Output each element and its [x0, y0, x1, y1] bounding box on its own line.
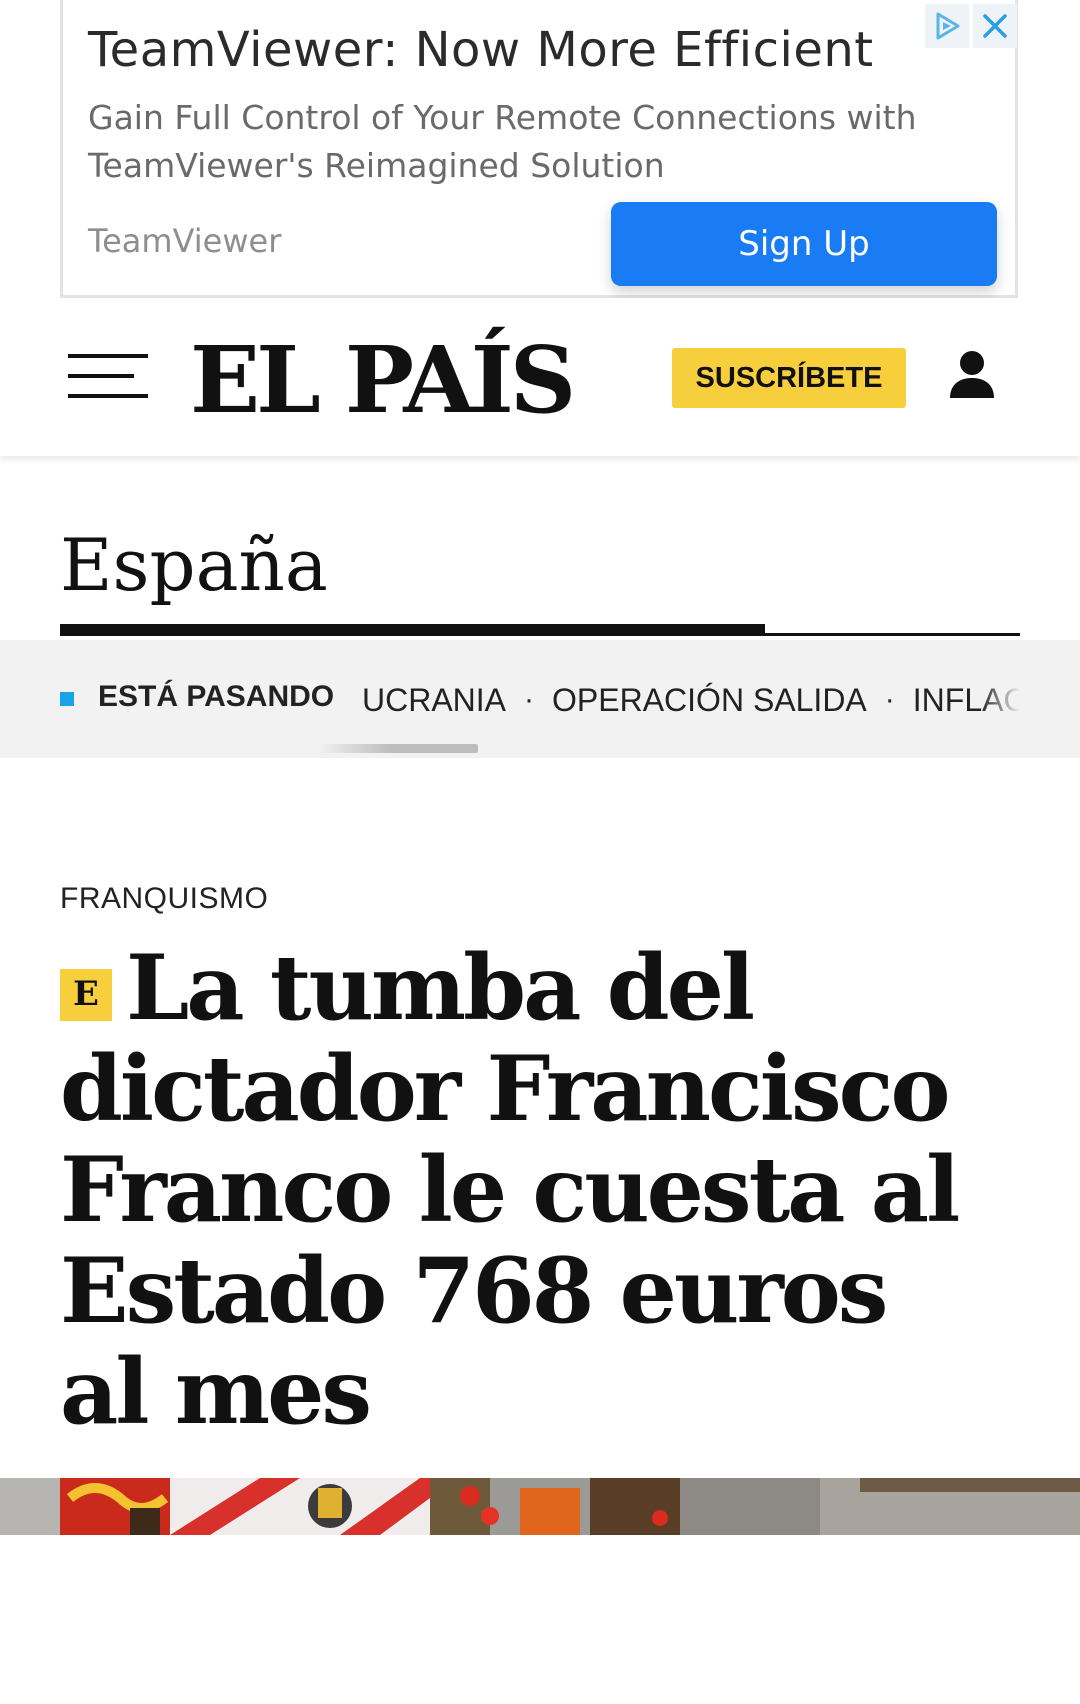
- trending-separator: ·: [884, 683, 895, 716]
- trending-dot: [60, 692, 74, 706]
- site-logo[interactable]: EL PAÍS: [190, 330, 576, 430]
- ad-title[interactable]: TeamViewer: Now More Efficient: [88, 22, 874, 78]
- article-photo[interactable]: [0, 1478, 1080, 1535]
- site-header: EL PAÍS SUSCRÍBETE: [0, 298, 1080, 456]
- trending-items: UCRANIA · OPERACIÓN SALIDA · INFLACIÓN: [362, 678, 1020, 722]
- trending-item-operacion-salida[interactable]: OPERACIÓN SALIDA: [552, 682, 867, 719]
- ad-banner[interactable]: TeamViewer: Now More Efficient Gain Full…: [60, 0, 1018, 298]
- section-divider-thick: [60, 624, 765, 636]
- ad-description[interactable]: Gain Full Control of Your Remote Connect…: [88, 94, 968, 190]
- user-account-icon[interactable]: [948, 350, 996, 400]
- section-divider-thin: [765, 633, 1020, 636]
- article-headline[interactable]: E La tumba del dictador Francisco Franco …: [60, 938, 1000, 1443]
- subscribe-button[interactable]: SUSCRÍBETE: [672, 348, 906, 408]
- hamburger-menu-icon[interactable]: [68, 354, 148, 398]
- article-kicker[interactable]: FRANQUISMO: [60, 882, 268, 916]
- article-headline-text[interactable]: La tumba del dictador Francisco Franco l…: [60, 935, 960, 1445]
- trending-item-ucrania[interactable]: UCRANIA: [362, 682, 506, 719]
- trending-label: ESTÁ PASANDO: [98, 680, 335, 713]
- section-title[interactable]: España: [60, 520, 328, 610]
- trending-fade: [980, 670, 1020, 730]
- trending-bar: ESTÁ PASANDO UCRANIA · OPERACIÓN SALIDA …: [0, 640, 1080, 758]
- trending-separator: ·: [524, 683, 535, 716]
- trending-scrollbar[interactable]: [318, 744, 478, 753]
- close-icon[interactable]: [973, 4, 1017, 48]
- adchoices-play-icon[interactable]: [925, 4, 969, 48]
- ad-sign-up-button[interactable]: Sign Up: [611, 202, 997, 286]
- ad-brand[interactable]: TeamViewer: [88, 222, 281, 260]
- el-pais-e-badge-icon: E: [60, 968, 112, 1021]
